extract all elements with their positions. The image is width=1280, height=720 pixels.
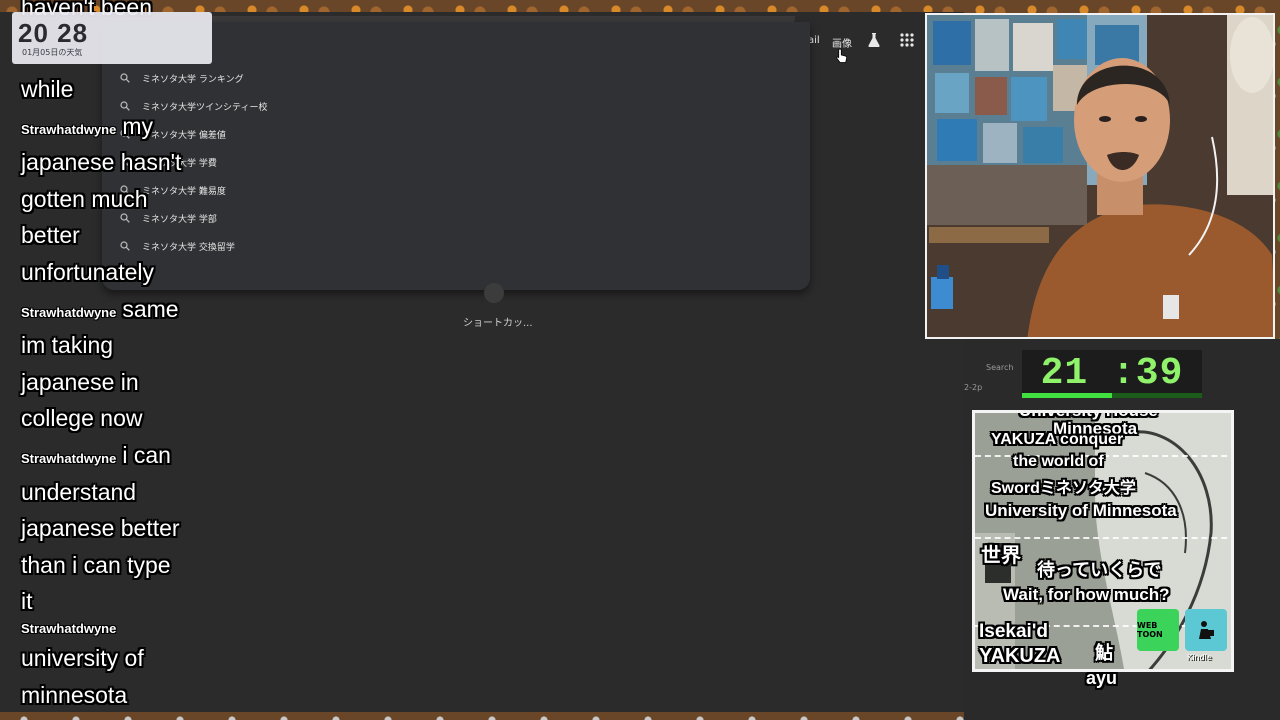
chat-message: university of: [21, 645, 144, 672]
chat-text: japanese better: [21, 515, 180, 541]
weather-date: 01月05日の天気: [22, 48, 83, 57]
chat-overlay: haven't been while Strawhatdwyne my japan…: [0, 0, 260, 720]
chat-message: japanese better: [21, 515, 180, 542]
chat-text: while: [21, 76, 74, 102]
timer-value: 21 :39: [1040, 352, 1184, 395]
chat-message: Strawhatdwyne same: [21, 296, 179, 323]
kindle-caption: Kindle: [1187, 653, 1212, 662]
chat-text: unfortunately: [21, 259, 154, 285]
chat-message: gotten much: [21, 186, 148, 213]
subtitle-line: Wait, for how much?: [1003, 585, 1170, 604]
chat-message: it: [21, 588, 33, 615]
chat-message: japanese in: [21, 369, 139, 396]
chat-text: japanese in: [21, 369, 139, 395]
webcam-feed: [925, 13, 1275, 339]
yakuza-title: YAKUZA: [979, 645, 1061, 667]
subtitle-side-label: 世界: [981, 545, 1021, 567]
chat-message: college now: [21, 405, 142, 432]
chat-message: better: [21, 222, 80, 249]
subtitle-line: Swordミネソタ大学: [991, 480, 1136, 497]
chat-text: college now: [21, 405, 143, 431]
shortcut-tile[interactable]: [484, 283, 504, 303]
isekaid-title: Isekai'd: [979, 621, 1048, 642]
chat-message: Strawhatdwyne: [21, 612, 122, 639]
timer-progress-fill: [1022, 393, 1112, 398]
chat-message: Strawhatdwyne my: [21, 113, 153, 140]
chat-message: while: [21, 76, 73, 103]
chat-text: my: [122, 113, 154, 139]
side-time-range: 2-2p: [964, 383, 983, 392]
chat-message: than i can type: [21, 552, 171, 579]
webcam-image: [927, 15, 1273, 337]
chat-message: Strawhatdwyne i can: [21, 442, 171, 469]
chat-text: than i can type: [21, 552, 171, 578]
chat-text: university of: [21, 645, 144, 671]
chat-text: better: [21, 222, 80, 248]
chat-text: same: [122, 296, 179, 322]
kindle-logo: [1185, 609, 1227, 651]
subtitle-romaji: ayu: [1086, 668, 1118, 688]
subtitle-line: YAKUZA conquer: [991, 431, 1124, 448]
chat-text: japanese hasn't: [21, 149, 182, 175]
chat-username: Strawhatdwyne: [21, 305, 117, 320]
subtitle-line: University of Minnesota: [985, 501, 1177, 520]
weather-widget: 20 28 01月05日の天気: [12, 12, 212, 64]
chat-text: im taking: [21, 332, 114, 358]
labs-flask-icon[interactable]: [866, 32, 882, 48]
chat-message: minnesota: [21, 682, 127, 709]
apps-grid-icon[interactable]: [900, 33, 914, 47]
subtitle-line: the world of: [1013, 453, 1104, 470]
chat-text: understand: [21, 479, 137, 505]
chat-text: minnesota: [21, 682, 128, 708]
chat-username: Strawhatdwyne: [21, 122, 117, 137]
chat-message: japanese hasn't: [21, 149, 181, 176]
shortcut-label[interactable]: ショートカッ...: [463, 314, 533, 329]
chat-text: gotten much: [21, 186, 148, 212]
side-search-label[interactable]: Search: [986, 363, 1013, 372]
webtoon-logo-text: WEB TOON: [1137, 621, 1163, 639]
chat-username: Strawhatdwyne: [21, 621, 117, 636]
chat-message: im taking: [21, 332, 113, 359]
chat-text: it: [21, 588, 33, 614]
mouse-cursor-icon: [836, 48, 848, 63]
subtitle-line: 鮎: [1095, 643, 1113, 663]
manga-panel: University House Minnesota YAKUZA conque…: [972, 410, 1234, 672]
webtoon-logo: WEB TOON: [1137, 609, 1179, 651]
chat-username: Strawhatdwyne: [21, 451, 117, 466]
clock-time: 20 28: [18, 18, 89, 48]
timer-progress-bar: [1022, 393, 1202, 398]
stream-timer: 21 :39: [1022, 350, 1202, 398]
kindle-reader-icon: [1199, 621, 1214, 639]
chat-text: i can: [122, 442, 171, 468]
chat-message: understand: [21, 479, 136, 506]
subtitle-line: 待っていくらで: [1037, 560, 1162, 580]
chat-message: unfortunately: [21, 259, 154, 286]
